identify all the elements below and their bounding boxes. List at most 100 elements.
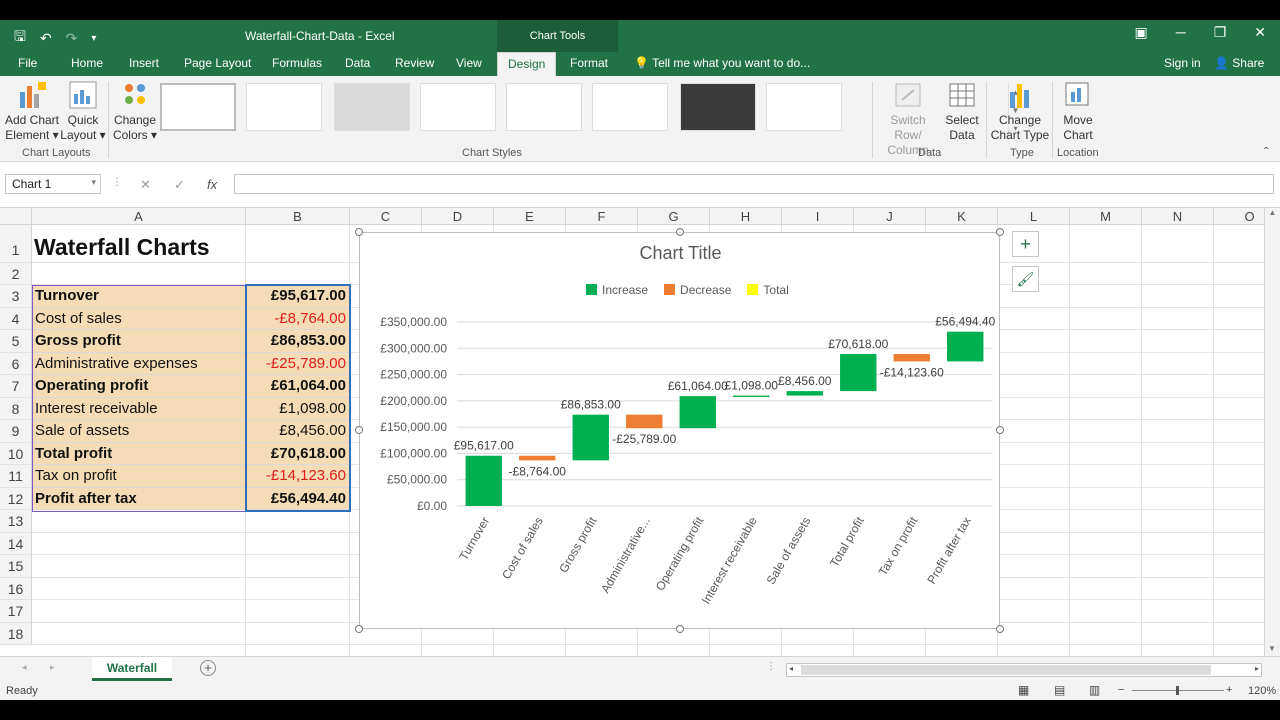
zoom-in-icon[interactable]: +	[1226, 684, 1232, 696]
column-header-i[interactable]: I	[782, 208, 854, 225]
change-chart-type-button[interactable]: Change Chart Type	[990, 80, 1050, 143]
column-header-b[interactable]: B	[246, 208, 350, 225]
minimize-icon[interactable]: ─	[1176, 24, 1186, 41]
formula-input[interactable]	[234, 174, 1274, 194]
close-icon[interactable]: ✕	[1254, 24, 1266, 41]
tab-data[interactable]: Data	[345, 56, 370, 70]
column-header-c[interactable]: C	[350, 208, 422, 225]
column-header-g[interactable]: G	[638, 208, 710, 225]
chart-style-7[interactable]	[680, 83, 756, 131]
chart-bar-increase[interactable]	[840, 353, 877, 392]
tell-me-search[interactable]: 💡 Tell me what you want to do...	[634, 56, 810, 70]
column-header-a[interactable]: A	[32, 208, 246, 225]
customize-qat-icon[interactable]: ▾	[91, 33, 96, 44]
chart-bar-decrease[interactable]	[893, 353, 930, 362]
sheet-tab-waterfall[interactable]: Waterfall	[92, 657, 172, 681]
resize-handle-s[interactable]	[676, 625, 684, 633]
row-header-7[interactable]: 7	[0, 375, 32, 398]
chart-bar-decrease[interactable]	[626, 414, 663, 429]
name-box[interactable]: Chart 1 ▾	[5, 174, 101, 194]
chart-style-1[interactable]	[160, 83, 236, 131]
change-colors-button[interactable]: Change Colors ▾	[112, 80, 158, 143]
column-header-m[interactable]: M	[1070, 208, 1142, 225]
chart-style-6[interactable]	[592, 83, 668, 131]
row-header-6[interactable]: 6	[0, 352, 32, 375]
chart-style-4[interactable]	[420, 83, 496, 131]
quick-layout-button[interactable]: Quick Layout ▾	[60, 80, 106, 143]
collapse-ribbon-icon[interactable]: ⌃	[1262, 146, 1270, 157]
scroll-up-icon[interactable]: ▲	[1265, 208, 1280, 217]
enter-icon[interactable]: ✓	[174, 177, 185, 193]
column-header-d[interactable]: D	[422, 208, 494, 225]
chart-elements-plus-button[interactable]: +	[1012, 231, 1039, 257]
chart-style-2[interactable]	[246, 83, 322, 131]
select-data-button[interactable]: Select Data	[942, 80, 982, 143]
tab-formulas[interactable]: Formulas	[272, 56, 322, 70]
row-header-17[interactable]: 17	[0, 600, 32, 623]
chart-bar-decrease[interactable]	[519, 455, 556, 461]
row-header-18[interactable]: 18	[0, 622, 32, 645]
chart-style-5[interactable]	[506, 83, 582, 131]
tab-design[interactable]: Design	[497, 52, 557, 76]
undo-icon[interactable]: ↶	[40, 30, 52, 47]
scroll-left-icon[interactable]: ◂	[789, 664, 793, 673]
chart-bar-increase[interactable]	[572, 414, 609, 461]
row-header-12[interactable]: 12	[0, 487, 32, 510]
row-header-10[interactable]: 10	[0, 442, 32, 465]
insert-function-icon[interactable]: fx	[207, 177, 217, 192]
chart-bar-increase[interactable]	[947, 331, 984, 362]
next-sheet-icon[interactable]: ▸	[50, 662, 55, 673]
chart-bar-increase[interactable]	[786, 391, 823, 396]
chart-bar-increase[interactable]	[679, 396, 716, 429]
resize-handle-n[interactable]	[676, 228, 684, 236]
waterfall-chart[interactable]: Chart Title Increase Decrease Total £0.0…	[355, 228, 1004, 633]
tab-review[interactable]: Review	[395, 56, 434, 70]
chart-style-8[interactable]	[766, 83, 842, 131]
share-button[interactable]: 👤 Share	[1214, 56, 1264, 70]
tab-file[interactable]: File	[18, 56, 37, 70]
chart-bar-increase[interactable]	[733, 395, 770, 398]
row-header-3[interactable]: 3	[0, 285, 32, 308]
row-header-9[interactable]: 9	[0, 420, 32, 443]
zoom-out-icon[interactable]: −	[1118, 684, 1124, 696]
column-header-e[interactable]: E	[494, 208, 566, 225]
chart-plot-area[interactable]: £0.00 £50,000.00 £100,000.00 £150,000.00 £20…	[360, 233, 1001, 630]
row-header-15[interactable]: 15	[0, 555, 32, 578]
tab-format[interactable]: Format	[570, 56, 608, 70]
scroll-down-icon[interactable]: ▼	[1265, 644, 1279, 653]
column-header-l[interactable]: L	[998, 208, 1070, 225]
row-header-14[interactable]: 14	[0, 532, 32, 555]
row-header-13[interactable]: 13	[0, 510, 32, 533]
resize-handle-sw[interactable]	[355, 625, 363, 633]
horizontal-scrollbar[interactable]: ◂ ▸	[786, 663, 1262, 677]
column-header-n[interactable]: N	[1142, 208, 1214, 225]
resize-handle-e[interactable]	[996, 426, 1004, 434]
resize-handle-nw[interactable]	[355, 228, 363, 236]
tab-insert[interactable]: Insert	[129, 56, 159, 70]
row-header-5[interactable]: 5	[0, 330, 32, 353]
column-header-h[interactable]: H	[710, 208, 782, 225]
tab-home[interactable]: Home	[71, 56, 103, 70]
column-header-k[interactable]: K	[926, 208, 998, 225]
split-handle-icon[interactable]: ⋮	[766, 661, 776, 672]
zoom-level[interactable]: 120%	[1248, 685, 1276, 697]
tab-page-layout[interactable]: Page Layout	[184, 56, 251, 70]
row-header-1[interactable]: 1	[0, 225, 32, 263]
row-header-2[interactable]: 2	[0, 263, 32, 285]
ribbon-display-icon[interactable]: ▣	[1135, 24, 1148, 41]
resize-handle-ne[interactable]	[996, 228, 1004, 236]
tab-view[interactable]: View	[456, 56, 482, 70]
vertical-scrollbar[interactable]: ▲ ▼	[1264, 208, 1280, 656]
normal-view-icon[interactable]: ▦	[1018, 683, 1029, 697]
row-header-4[interactable]: 4	[0, 307, 32, 330]
move-chart-button[interactable]: Move Chart	[1056, 80, 1100, 143]
page-layout-view-icon[interactable]: ▤	[1054, 683, 1065, 697]
cancel-icon[interactable]: ✕	[140, 177, 151, 193]
resize-handle-se[interactable]	[996, 625, 1004, 633]
restore-icon[interactable]: ❐	[1214, 24, 1227, 41]
column-header-j[interactable]: J	[854, 208, 926, 225]
chart-style-3[interactable]	[334, 83, 410, 131]
name-box-dropdown-icon[interactable]: ▾	[91, 177, 96, 188]
new-sheet-icon[interactable]: +	[200, 660, 216, 676]
row-header-16[interactable]: 16	[0, 577, 32, 600]
